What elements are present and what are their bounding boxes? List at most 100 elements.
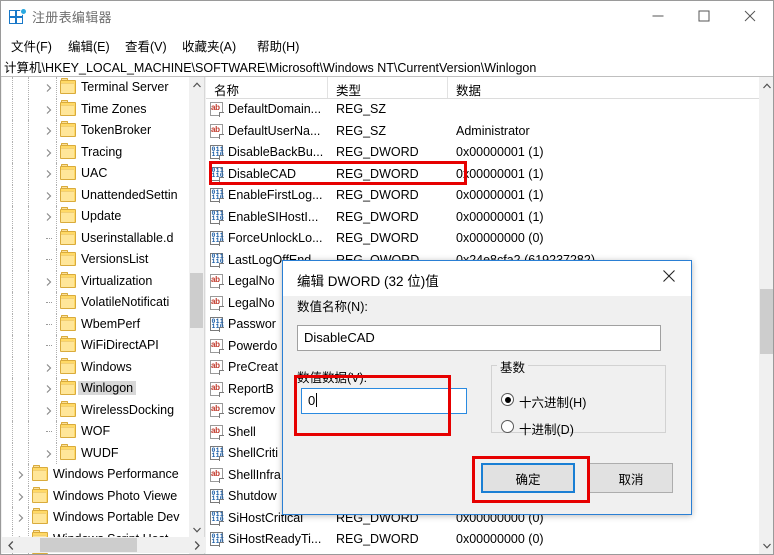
title-bar: 注册表编辑器 [1,1,773,32]
tree-item-wudf[interactable]: WUDF [2,443,205,465]
menu-edit[interactable]: 编辑(E) [64,35,114,56]
expand-chevron-icon[interactable] [44,277,54,287]
tree-item-label: WirelessDocking [81,403,174,417]
expand-chevron-icon[interactable] [44,83,54,93]
expand-chevron-icon[interactable] [44,212,54,222]
list-scroll-thumb[interactable] [760,289,773,354]
column-header-type[interactable]: 类型 [328,77,448,98]
tree-item-label: Winlogon [78,381,136,395]
list-vertical-scrollbar[interactable] [759,77,774,554]
string-value-icon: ab [209,296,224,311]
expand-chevron-icon[interactable] [44,191,54,201]
address-bar[interactable]: 计算机\HKEY_LOCAL_MACHINE\SOFTWARE\Microsof… [1,54,773,77]
expand-chevron-icon[interactable] [44,126,54,136]
tree-item-winlogon[interactable]: Winlogon [2,378,205,400]
value-row[interactable]: 011110DisableBackBu...REG_DWORD0x0000000… [206,142,759,164]
value-row[interactable]: 011110DisableCADREG_DWORD0x00000001 (1) [206,164,759,186]
tree-vertical-scrollbar[interactable] [189,77,204,554]
value-row[interactable]: abDefaultDomain...REG_SZ [206,99,759,121]
menu-favorites[interactable]: 收藏夹(A) [178,35,240,56]
registry-tree-pane[interactable]: Terminal Server Time Zones TokenBroker Trac… [2,77,205,554]
menu-view[interactable]: 查看(V) [121,35,171,56]
tree-item-windows-portable-dev[interactable]: Windows Portable Dev [2,507,205,529]
tree-item-userinstallable-d[interactable]: Userinstallable.d [2,228,205,250]
expand-chevron-icon[interactable] [44,169,54,179]
value-type: REG_SZ [336,102,386,116]
expand-chevron-icon[interactable] [44,384,54,394]
expand-chevron-icon[interactable] [44,363,54,373]
value-row[interactable]: 011110ForceUnlockLo...REG_DWORD0x0000000… [206,228,759,250]
folder-icon [60,295,76,309]
value-row[interactable]: 011110EnableFirstLog...REG_DWORD0x000000… [206,185,759,207]
tree-item-windows-performance[interactable]: Windows Performance [2,464,205,486]
tree-item-versionslist[interactable]: VersionsList [2,249,205,271]
tree-scroll-right-arrow[interactable] [188,537,205,553]
value-name: Shell [228,425,256,439]
value-row[interactable]: abDefaultUserNa...REG_SZAdministrator [206,121,759,143]
maximize-button[interactable] [681,1,726,31]
tree-item-windows[interactable]: Windows [2,357,205,379]
close-button[interactable] [727,1,772,31]
cancel-button[interactable]: 取消 [589,463,673,493]
value-type: REG_DWORD [336,167,419,181]
tree-item-virtualization[interactable]: Virtualization [2,271,205,293]
value-row[interactable]: 011110SiHostReadyTi...REG_DWORD0x0000000… [206,529,759,551]
tree-item-windows-photo-viewe[interactable]: Windows Photo Viewe [2,486,205,508]
tree-item-terminal-server[interactable]: Terminal Server [2,77,205,99]
column-header-name[interactable]: 名称 [206,77,328,98]
tree-scroll-down-arrow[interactable] [189,522,204,538]
radio-hexadecimal-label: 十六进制(H) [519,392,586,411]
tree-item-tokenbroker[interactable]: TokenBroker [2,120,205,142]
value-name: LegalNo [228,296,275,310]
column-header-data[interactable]: 数据 [448,77,759,98]
menu-file[interactable]: 文件(F) [7,35,56,56]
expand-chevron-icon[interactable] [16,492,26,502]
dword-value-icon: 011110 [209,554,224,555]
value-row[interactable]: 011110SiHostRestartC...REG_DWORD0x000000… [206,551,759,555]
tree-scroll-up-arrow[interactable] [189,77,204,93]
tree-item-uac[interactable]: UAC [2,163,205,185]
tree-item-wbemperf[interactable]: WbemPerf [2,314,205,336]
tree-scroll-thumb[interactable] [190,273,203,328]
expand-chevron-icon[interactable] [16,470,26,480]
tree-item-label: Time Zones [81,102,147,116]
tree-item-update[interactable]: Update [2,206,205,228]
base-groupbox-legend: 基数 [497,357,528,376]
tree-item-volatilenotificati[interactable]: VolatileNotificati [2,292,205,314]
folder-icon [60,403,76,417]
menu-help[interactable]: 帮助(H) [253,35,303,56]
expand-chevron-icon[interactable] [44,148,54,158]
string-value-icon: ab [209,360,224,375]
expand-chevron-icon[interactable] [44,105,54,115]
tree-item-wof[interactable]: WOF [2,421,205,443]
list-scroll-up-arrow[interactable] [759,77,774,94]
ok-button[interactable]: 确定 [481,463,575,493]
tree-item-label: VolatileNotificati [81,295,169,309]
value-data-input[interactable]: 0 [301,388,467,414]
tree-item-label: Windows Photo Viewe [53,489,177,503]
expand-chevron-icon[interactable] [44,406,54,416]
tree-hscroll-thumb[interactable] [40,538,137,552]
string-value-icon: ab [209,274,224,289]
tree-horizontal-scrollbar[interactable] [2,537,205,553]
list-scroll-down-arrow[interactable] [759,537,774,554]
dword-value-icon: 011110 [209,210,224,225]
value-name: Shutdow [228,489,277,503]
string-value-icon: ab [209,403,224,418]
tree-item-time-zones[interactable]: Time Zones [2,99,205,121]
dialog-close-button[interactable] [647,261,691,291]
tree-item-unattendedsettin[interactable]: UnattendedSettin [2,185,205,207]
value-name: Powerdo [228,339,277,353]
tree-item-tracing[interactable]: Tracing [2,142,205,164]
tree-item-wifidirectapi[interactable]: WiFiDirectAPI [2,335,205,357]
tree-item-wirelessdocking[interactable]: WirelessDocking [2,400,205,422]
tree-scroll-left-arrow[interactable] [2,537,19,553]
value-row[interactable]: 011110EnableSIHostI...REG_DWORD0x0000000… [206,207,759,229]
radio-hexadecimal-indicator [501,393,514,406]
tree-item-label: Terminal Server [81,80,169,94]
tree-item-label: Tracing [81,145,122,159]
expand-chevron-icon[interactable] [16,513,26,523]
expand-chevron-icon[interactable] [44,449,54,459]
minimize-button[interactable] [635,1,680,31]
value-name-input[interactable]: DisableCAD [297,325,661,351]
